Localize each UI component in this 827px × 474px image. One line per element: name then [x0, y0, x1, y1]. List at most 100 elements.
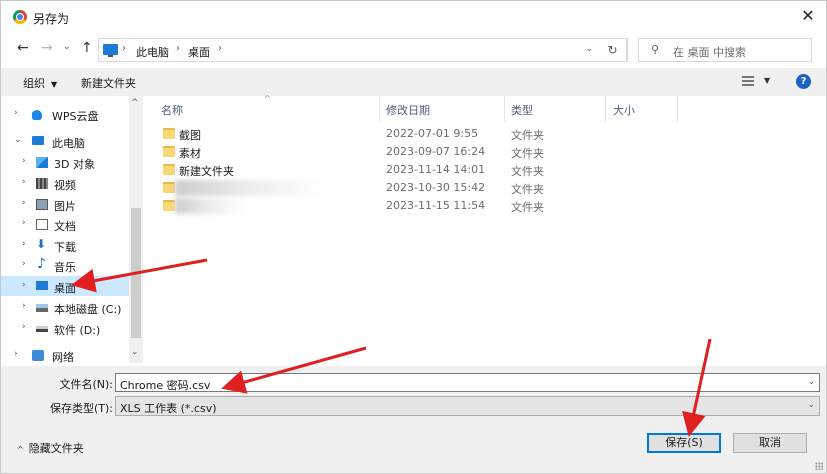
music-icon — [36, 256, 48, 272]
sidebar-item-wps-cloud[interactable]: › WPS云盘 — [1, 104, 129, 124]
file-type: 文件夹 — [511, 183, 544, 196]
sidebar-item-desktop[interactable]: › 桌面 — [1, 276, 129, 296]
table-row[interactable]: 2023-10-30 15:42 文件夹 — [147, 179, 607, 197]
breadcrumb-separator[interactable]: › — [176, 43, 180, 54]
expand-chevron-icon[interactable]: › — [22, 156, 26, 166]
window-title: 另存为 — [33, 12, 70, 26]
search-placeholder: 在 桌面 中搜索 — [673, 46, 746, 59]
file-name: 新建文件夹 — [179, 165, 234, 178]
file-name: 截图 — [179, 129, 201, 142]
cloud-icon — [32, 109, 44, 120]
expand-chevron-icon[interactable]: › — [22, 239, 26, 249]
sidebar-item-3d-objects[interactable]: › 3D 对象 — [1, 152, 129, 172]
sidebar-item-label: WPS云盘 — [52, 110, 99, 123]
sidebar-item-label: 音乐 — [54, 261, 76, 274]
up-button[interactable]: ↑ — [81, 40, 93, 56]
sidebar-item-label: 网络 — [52, 351, 74, 364]
expand-chevron-icon[interactable]: › — [14, 108, 18, 118]
filetype-label: 保存类型(T): — [49, 402, 113, 415]
sidebar-item-this-pc[interactable]: ⌄ 此电脑 — [1, 131, 129, 151]
column-header-name[interactable]: 名称 — [161, 102, 183, 118]
search-input[interactable]: ⚲ 在 桌面 中搜索 — [638, 38, 812, 62]
table-row[interactable]: 2023-11-15 11:54 文件夹 — [147, 197, 607, 215]
sidebar-item-label: 图片 — [54, 200, 76, 213]
drive-icon — [36, 304, 48, 312]
hide-folders-button[interactable]: ^ 隐藏文件夹 — [17, 440, 84, 456]
save-button[interactable]: 保存(S) — [647, 433, 721, 453]
expand-chevron-icon[interactable]: › — [22, 280, 26, 290]
column-divider[interactable] — [504, 96, 505, 122]
filename-value: Chrome 密码.csv — [120, 379, 211, 392]
column-header-size[interactable]: 大小 — [613, 102, 635, 118]
breadcrumb-this-pc[interactable]: 此电脑 — [136, 44, 169, 60]
navigation-scrollbar[interactable]: ^ ⌄ — [129, 96, 143, 363]
help-icon[interactable]: ? — [796, 74, 811, 89]
expand-chevron-icon[interactable]: › — [22, 322, 26, 332]
recent-locations-button[interactable]: ⌄ — [63, 42, 71, 52]
expand-chevron-icon[interactable]: › — [22, 177, 26, 187]
sidebar-item-network[interactable]: › 网络 — [1, 345, 129, 365]
breadcrumb-separator[interactable]: › — [122, 43, 126, 54]
sidebar-item-label: 桌面 — [54, 282, 76, 295]
breadcrumb-desktop[interactable]: 桌面 — [188, 44, 210, 60]
sidebar-item-label: 下载 — [54, 241, 76, 254]
table-row[interactable]: 素材 2023-09-07 16:24 文件夹 — [147, 143, 607, 161]
folder-icon — [163, 164, 175, 175]
filename-field[interactable]: Chrome 密码.csv ⌄ — [115, 373, 820, 392]
back-button[interactable]: ← — [17, 40, 29, 56]
column-divider[interactable] — [605, 96, 606, 122]
sidebar-item-documents[interactable]: › 文档 — [1, 214, 129, 234]
resize-grip-icon[interactable] — [815, 462, 823, 470]
chevron-down-icon[interactable]: ⌄ — [807, 377, 815, 387]
video-icon — [36, 178, 48, 189]
view-options-icon[interactable] — [742, 76, 754, 87]
column-header-type[interactable]: 类型 — [511, 102, 533, 118]
collapse-chevron-icon[interactable]: ⌄ — [14, 135, 22, 145]
scroll-up-icon[interactable]: ^ — [131, 98, 139, 108]
scrollbar-thumb[interactable] — [131, 208, 141, 338]
address-history-dropdown[interactable]: ⌄ — [585, 44, 593, 54]
table-row[interactable]: 新建文件夹 2023-11-14 14:01 文件夹 — [147, 161, 607, 179]
organize-menu-button[interactable]: 组织 ▼ — [23, 75, 57, 91]
sidebar-item-label: 3D 对象 — [54, 158, 95, 171]
new-folder-button[interactable]: 新建文件夹 — [81, 75, 136, 91]
sidebar-item-label: 文档 — [54, 220, 76, 233]
expand-chevron-icon[interactable]: › — [14, 349, 18, 359]
sidebar-item-software-d[interactable]: › 软件 (D:) — [1, 318, 129, 338]
folder-icon — [163, 128, 175, 139]
close-button[interactable]: ✕ — [794, 5, 822, 29]
view-options-dropdown[interactable]: ▼ — [764, 76, 770, 85]
sidebar-item-local-disk-c[interactable]: › 本地磁盘 (C:) — [1, 297, 129, 317]
chevron-up-icon: ^ — [17, 445, 24, 454]
chevron-down-icon[interactable]: ⌄ — [807, 400, 815, 410]
computer-icon — [103, 44, 118, 57]
column-header-date[interactable]: 修改日期 — [386, 102, 430, 118]
sidebar-item-videos[interactable]: › 视频 — [1, 173, 129, 193]
cube-icon — [36, 157, 48, 168]
sidebar-item-music[interactable]: › 音乐 — [1, 255, 129, 275]
forward-button[interactable]: → — [41, 40, 53, 56]
expand-chevron-icon[interactable]: › — [22, 301, 26, 311]
expand-chevron-icon[interactable]: › — [22, 218, 26, 228]
address-bar[interactable]: › 此电脑 › 桌面 › ⌄ — [98, 38, 628, 62]
column-divider[interactable] — [379, 96, 380, 122]
table-row[interactable]: 截图 2022-07-01 9:55 文件夹 — [147, 125, 607, 143]
refresh-button[interactable]: ↻ — [599, 38, 627, 62]
filetype-select[interactable]: XLS 工作表 (*.csv) ⌄ — [115, 396, 820, 416]
expand-chevron-icon[interactable]: › — [22, 198, 26, 208]
sidebar-item-label: 本地磁盘 (C:) — [54, 303, 122, 316]
file-date: 2022-07-01 9:55 — [386, 127, 479, 140]
breadcrumb-separator[interactable]: › — [218, 43, 222, 54]
filename-label: 文件名(N): — [59, 378, 113, 391]
cancel-button[interactable]: 取消 — [733, 433, 807, 453]
column-divider[interactable] — [677, 96, 678, 122]
file-date: 2023-11-14 14:01 — [386, 163, 486, 176]
redacted-blur — [175, 180, 325, 196]
scroll-down-icon[interactable]: ⌄ — [131, 347, 139, 357]
organize-label: 组织 — [23, 77, 45, 90]
title-bar: 另存为 ✕ — [1, 1, 826, 33]
sort-ascending-icon: ^ — [264, 94, 271, 103]
sidebar-item-downloads[interactable]: › 下载 — [1, 235, 129, 255]
sidebar-item-pictures[interactable]: › 图片 — [1, 194, 129, 214]
expand-chevron-icon[interactable]: › — [22, 259, 26, 269]
